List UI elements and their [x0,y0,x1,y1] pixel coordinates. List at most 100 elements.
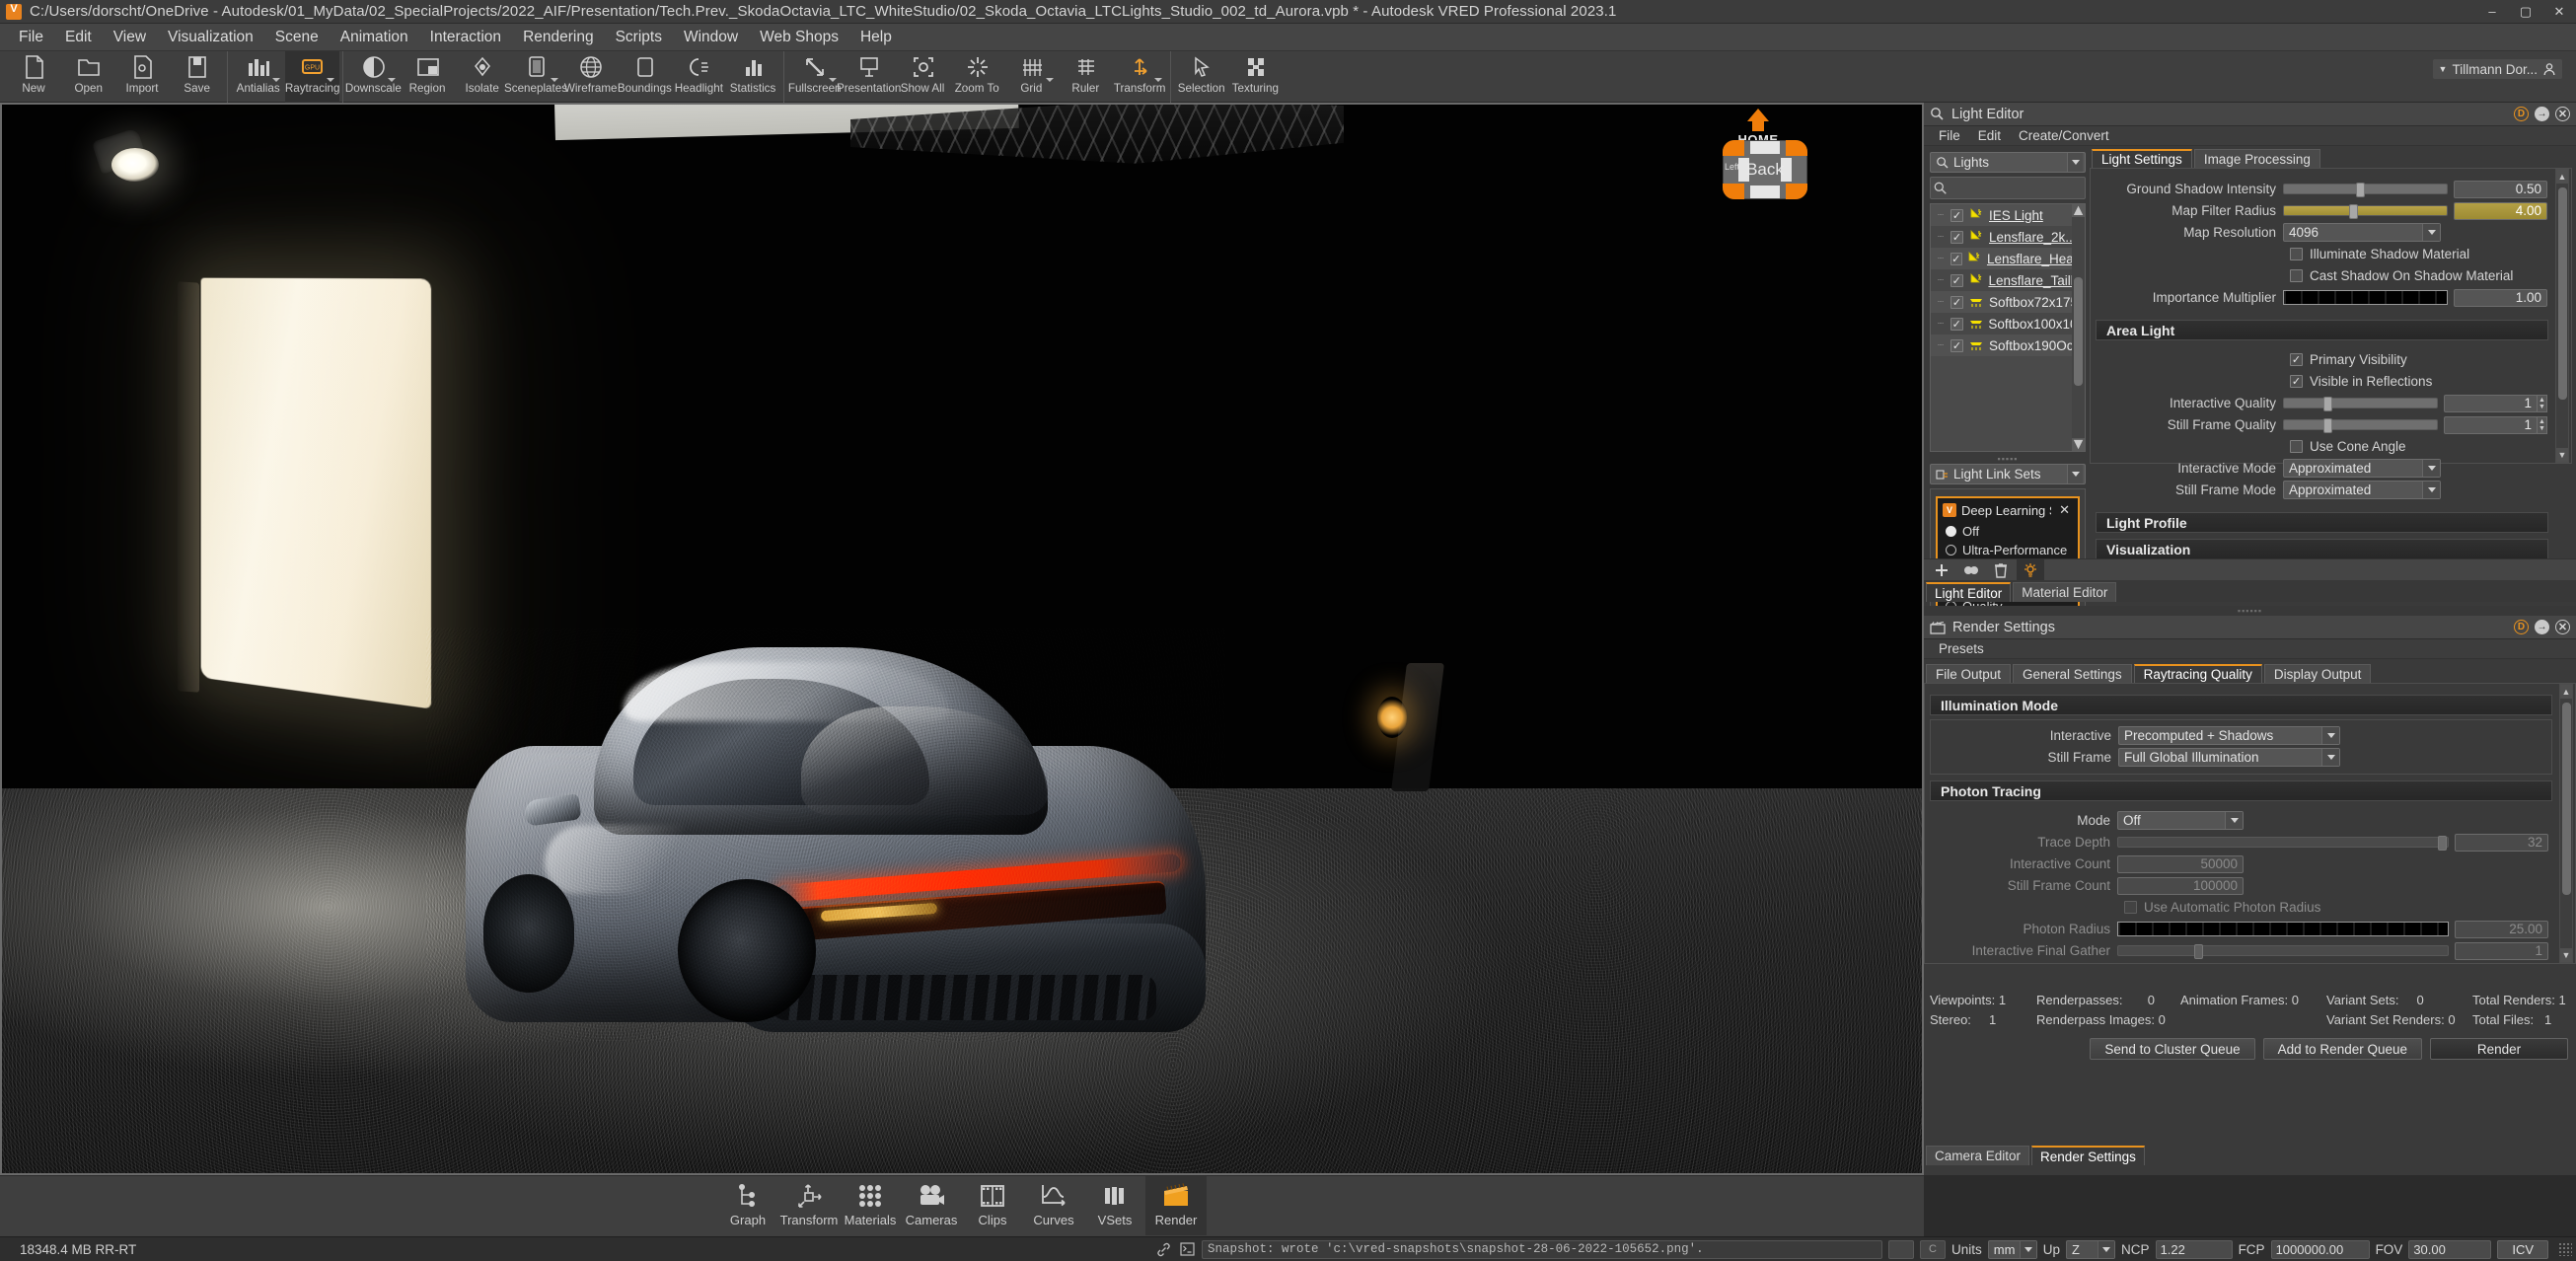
bottom-tab-render-settings[interactable]: Render Settings [2031,1146,2145,1165]
toolbar-texturing-button[interactable]: Texturing [1228,51,1283,103]
chevron-down-icon[interactable] [2067,153,2083,172]
toolbar-boundings-button[interactable]: Boundings [618,51,672,103]
ground-shadow-intensity-slider[interactable] [2283,183,2448,197]
light-search-bar[interactable]: ▼ [1930,177,2155,199]
navcube-corner-tl[interactable] [1723,140,1744,156]
interactive-final-gather-slider[interactable] [2117,944,2449,959]
toolbar-sceneplates-button[interactable]: Sceneplates [504,51,568,103]
le-menu-edit[interactable]: Edit [1969,127,2010,144]
icv-button[interactable]: ICV [2497,1239,2548,1259]
toolbar-downscale-button[interactable]: Downscale [345,51,402,103]
tab-display-output[interactable]: Display Output [2263,664,2372,683]
chevron-down-icon[interactable] [2067,465,2083,483]
scroll-up-arrow-icon[interactable]: ▲ [2556,170,2568,184]
float-button[interactable]: → [2535,620,2549,634]
close-button[interactable]: ✕ [2542,0,2576,24]
menu-rendering[interactable]: Rendering [512,25,605,50]
raytracing-quality-scrollbar[interactable]: ▲ ▼ [2559,684,2573,963]
toolbar-open-button[interactable]: Open [61,51,115,103]
toolbar-grid-button[interactable]: Grid [1004,51,1059,103]
slider-knob[interactable] [2355,183,2365,197]
visible-in-reflections-row[interactable]: ✓ Visible in Reflections [2096,372,2547,391]
cast-shadow-on-shadow-material-row[interactable]: Cast Shadow On Shadow Material [2096,266,2547,285]
scroll-up-arrow-icon[interactable]: ▲ [2071,204,2085,219]
scrollbar-thumb[interactable] [2074,277,2083,386]
dls-option-ultra-performance[interactable]: Ultra-Performance [1938,541,2078,559]
scroll-up-arrow-icon[interactable]: ▲ [2560,685,2572,699]
units-combo[interactable]: mm [1987,1239,2037,1259]
interactive-mode-combo[interactable]: Approximated [2283,459,2441,478]
tab-image-processing[interactable]: Image Processing [2193,149,2320,168]
light-visibility-checkbox[interactable]: ✓ [1950,338,1963,352]
toolbar-isolate-button[interactable]: Isolate [455,51,509,103]
use-automatic-photon-radius-row[interactable]: Use Automatic Photon Radius [1930,898,2548,917]
light-visibility-checkbox[interactable]: ✓ [1950,295,1963,309]
chevron-down-icon[interactable] [2422,224,2440,241]
toolbar-save-button[interactable]: Save [170,51,224,103]
toolbar-antialias-button[interactable]: Antialias [231,51,285,103]
light-name[interactable]: Softbox100x100 [1988,317,2085,332]
slider-knob[interactable] [2193,944,2203,959]
toolbar-fullscreen-button[interactable]: Fullscreen [787,51,842,103]
menu-edit[interactable]: Edit [54,25,103,50]
bottom-transform-button[interactable]: Transform [778,1176,840,1235]
primary-visibility-row[interactable]: ✓ Primary Visibility [2096,350,2547,369]
navcube-corner-br[interactable] [1786,184,1807,199]
add-light-icon[interactable] [1928,559,1955,581]
illumination-still-frame-combo[interactable]: Full Global Illumination [2118,748,2340,767]
fov-input[interactable]: 30.00 [2408,1239,2492,1259]
chevron-down-icon[interactable] [829,78,837,82]
illuminate-shadow-material-checkbox[interactable] [2290,248,2303,260]
menu-scripts[interactable]: Scripts [605,25,673,50]
menu-web-shops[interactable]: Web Shops [749,25,849,50]
maximize-button[interactable]: ▢ [2509,0,2542,24]
tab-general-settings[interactable]: General Settings [2013,664,2132,683]
dock-button[interactable]: D [2514,620,2529,634]
still-frame-final-gather-value[interactable]: 1 [2455,964,2548,965]
illumination-mode-header[interactable]: Illumination Mode [1930,695,2552,715]
use-cone-angle-row[interactable]: Use Cone Angle [2096,437,2547,456]
toolbar-ruler-button[interactable]: Ruler [1059,51,1113,103]
fcp-input[interactable]: 1000000.00 [2270,1239,2370,1259]
chevron-down-icon[interactable] [551,78,558,82]
light-profile-section-header[interactable]: Light Profile [2096,512,2548,533]
light-list-scrollbar[interactable]: ▲ ▼ [2071,204,2085,451]
light-list-item[interactable]: ┈ ✓ Lensflare_Taill... [1931,269,2085,291]
ground-shadow-intensity-value[interactable]: 0.50 [2454,180,2547,198]
panel-resize-grip[interactable]: ▪▪▪▪▪ [1930,454,2086,464]
slider-knob[interactable] [2323,418,2333,433]
light-link-sets-combo[interactable]: Light Link Sets [1930,464,2086,484]
light-list[interactable]: ┈ ✓ IES Light ┈ ✓ Lensflare_2k... ┈ ✓ Le… [1930,203,2086,452]
add-to-render-queue-button[interactable]: Add to Render Queue [2262,1038,2422,1060]
light-list-item[interactable]: ┈ ✓ Lensflare_Hea... [1931,248,2085,269]
cast-shadow-on-shadow-material-checkbox[interactable] [2290,269,2303,282]
chevron-down-icon[interactable] [1046,78,1054,82]
duplicate-icon[interactable] [1957,559,1985,581]
toolbar-headlight-button[interactable]: Headlight [672,51,726,103]
toolbar-zoom-to-button[interactable]: Zoom To [950,51,1004,103]
importance-multiplier-value[interactable]: 1.00 [2454,288,2547,307]
scroll-down-arrow-icon[interactable]: ▼ [2071,436,2085,451]
minimize-button[interactable]: – [2475,0,2509,24]
navcube-edge-top[interactable] [1750,141,1780,154]
navcube-edge-bottom[interactable] [1750,185,1780,198]
window-resize-grip[interactable] [2558,1242,2572,1256]
chevron-down-icon[interactable] [272,78,280,82]
scrollbar-thumb[interactable] [2562,703,2571,895]
light-visibility-checkbox[interactable]: ✓ [1950,317,1963,331]
light-name[interactable]: IES Light [1989,208,2043,223]
scroll-down-arrow-icon[interactable]: ▼ [2560,948,2572,962]
render-viewport[interactable]: HOME Left Back [0,103,1924,1175]
toolbar-selection-button[interactable]: Selection [1174,51,1228,103]
light-name[interactable]: Lensflare_Taill... [1988,273,2085,288]
statusbar-blank-box[interactable] [1888,1239,1915,1259]
light-settings-scrollbar[interactable]: ▲ ▼ [2555,169,2569,463]
map-resolution-combo[interactable]: 4096 [2283,223,2441,242]
bottom-cameras-button[interactable]: Cameras [901,1176,962,1235]
light-visibility-checkbox[interactable]: ✓ [1950,252,1962,265]
le-menu-file[interactable]: File [1930,127,1969,144]
toolbar-transform-button[interactable]: Transform [1113,51,1167,103]
trace-depth-slider[interactable] [2117,836,2449,851]
chevron-down-icon[interactable] [2422,460,2440,477]
illuminate-shadow-material-row[interactable]: Illuminate Shadow Material [2096,245,2547,263]
